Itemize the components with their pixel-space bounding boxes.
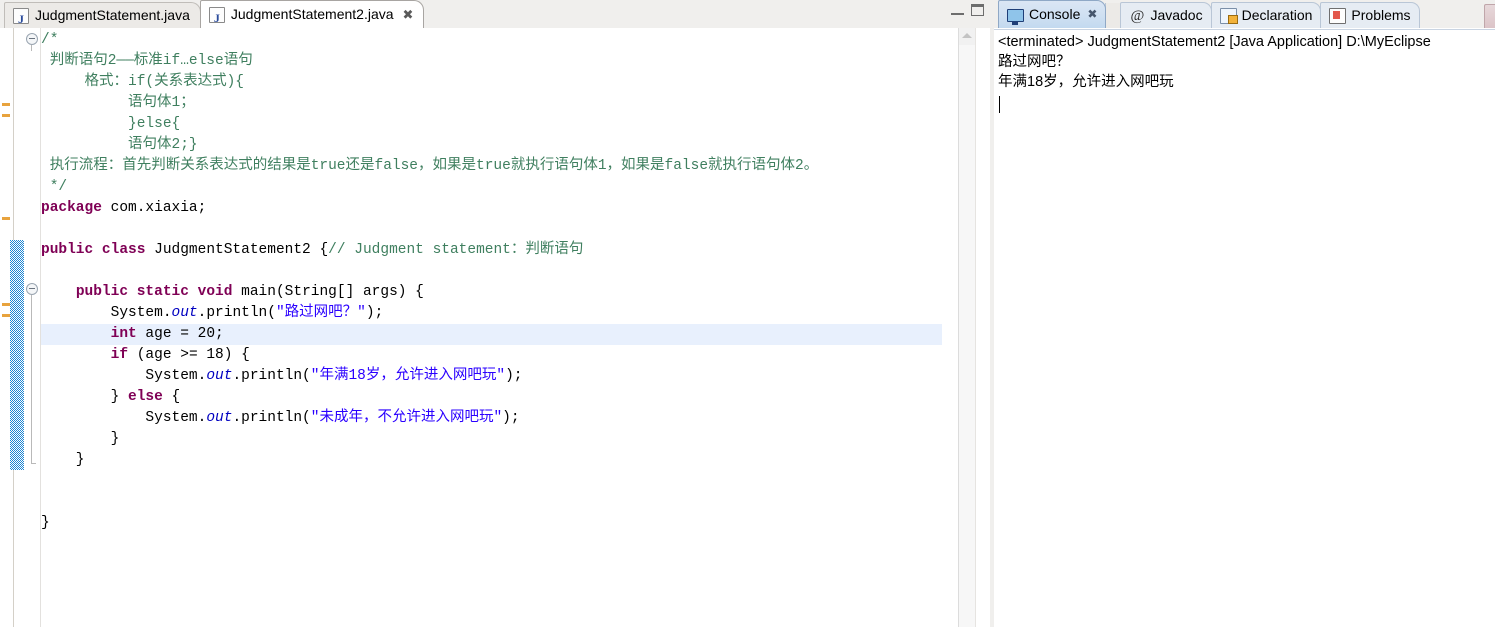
fold-collapse-icon[interactable] [26,33,38,45]
annotation-mark [2,314,10,317]
maximize-icon[interactable] [971,4,984,16]
code-token: age = 20; [136,326,224,342]
javadoc-icon: @ [1130,7,1145,24]
editor-tab-judgmentstatement2[interactable]: JudgmentStatement2.java ✖ [199,0,425,31]
code-token: else [128,389,163,405]
code-token: */ [41,179,68,195]
code-token: 格式：if(关系表达式){ [41,74,245,90]
code-token: System. [41,410,207,426]
minimize-icon[interactable] [951,6,964,15]
close-icon[interactable]: ✖ [403,8,414,21]
editor-pane: JudgmentStatement.java JudgmentStatement… [0,0,990,627]
java-file-icon [208,6,225,31]
text-caret [999,96,1000,113]
console-pane: Console ✖ @ Javadoc Declaration Problems [994,0,1495,627]
code-token: "年满18岁，允许进入网吧玩" [310,368,506,384]
code-token: main(String[] args) { [232,284,424,300]
code-token: .println( [232,368,311,384]
folding-gutter[interactable] [24,28,41,627]
code-token: ); [365,305,384,321]
console-tab-label: Problems [1351,7,1411,23]
console-tab-label: Console [1029,6,1081,22]
code-token: .println( [232,410,311,426]
code-token: out [171,305,198,321]
code-token: package [41,200,102,216]
code-token: "路过网吧？" [275,305,366,321]
editor-vertical-scrollbar[interactable] [958,28,976,627]
editor-body: /* 判断语句2——标准if…else语句 格式：if(关系表达式){ 语句体1… [0,28,990,627]
editor-tab-list: JudgmentStatement.java JudgmentStatement… [4,0,425,32]
console-output-area[interactable]: <terminated> JudgmentStatement2 [Java Ap… [994,28,1495,627]
close-icon[interactable]: ✖ [1087,2,1097,27]
editor-tab-judgmentstatement[interactable]: JudgmentStatement.java [4,2,201,32]
code-token: public class [41,242,146,258]
tab-gap [1105,3,1121,28]
code-token: (age >= 18) { [128,347,250,363]
problems-icon [1329,7,1347,24]
tab-overflow-sliver[interactable] [1484,4,1495,29]
change-bar [10,240,24,470]
code-token: } [41,515,50,531]
java-file-icon [13,7,29,32]
tab-javadoc[interactable]: @ Javadoc [1120,2,1212,28]
code-token: .println( [197,305,276,321]
code-token: } [41,389,129,405]
overview-ruler[interactable] [975,28,990,627]
annotation-mark [2,303,10,306]
code-token: } [41,452,85,468]
code-token: } [41,431,120,447]
code-token: JudgmentStatement2 { [145,242,329,258]
code-token: 判断语句2——标准if…else语句 [41,53,253,69]
editor-tab-bar: JudgmentStatement.java JudgmentStatement… [0,0,990,32]
code-token: ); [502,410,520,426]
fold-collapse-icon[interactable] [26,283,38,295]
code-token: 执行流程：首先判断关系表达式的结果是true还是false，如果是true就执行… [41,158,819,174]
code-token: public static void [75,284,233,300]
console-tab-label: Declaration [1241,7,1313,23]
tab-declaration[interactable]: Declaration [1210,2,1322,28]
code-editor-area[interactable]: /* 判断语句2——标准if…else语句 格式：if(关系表达式){ 语句体1… [41,28,942,627]
editor-window-controls [951,4,984,16]
console-top-border [994,29,1495,30]
scrollbar-track[interactable] [959,45,976,627]
code-token: ); [505,368,523,384]
annotation-mark [2,114,10,117]
code-token: com.xiaxia; [101,200,207,216]
console-output-text: <terminated> JudgmentStatement2 [Java Ap… [998,34,1431,90]
code-token: "未成年，不允许进入网吧玩" [310,410,503,426]
code-token: System. [41,368,207,384]
annotation-mark [2,103,10,106]
code-token: if [110,347,129,363]
tab-console[interactable]: Console ✖ [998,0,1107,28]
code-token: /* [41,32,59,48]
code-token: out [206,368,233,384]
scroll-up-icon[interactable] [962,33,972,38]
source-code[interactable]: /* 判断语句2——标准if…else语句 格式：if(关系表达式){ 语句体1… [41,28,942,534]
code-token: }else{ [41,116,181,132]
tab-problems[interactable]: Problems [1320,2,1420,28]
code-token: 语句体2;} [41,137,198,153]
code-token: System. [41,305,172,321]
console-tab-list: Console ✖ @ Javadoc Declaration Problems [998,0,1420,28]
editor-tab-label: JudgmentStatement2.java [230,6,394,22]
eclipse-ide-window: JudgmentStatement.java JudgmentStatement… [0,0,1495,627]
code-token: out [206,410,233,426]
console-tab-bar: Console ✖ @ Javadoc Declaration Problems [994,0,1495,29]
declaration-icon [1219,7,1238,24]
console-icon [1007,8,1024,25]
console-tab-label: Javadoc [1150,7,1203,23]
annotation-mark [2,217,10,220]
editor-tab-label: JudgmentStatement.java [35,7,190,23]
code-token: // Judgment statement：判断语句 [328,242,584,258]
code-token: int [110,326,137,342]
code-token: 语句体1； [41,95,195,111]
code-token: { [162,389,181,405]
